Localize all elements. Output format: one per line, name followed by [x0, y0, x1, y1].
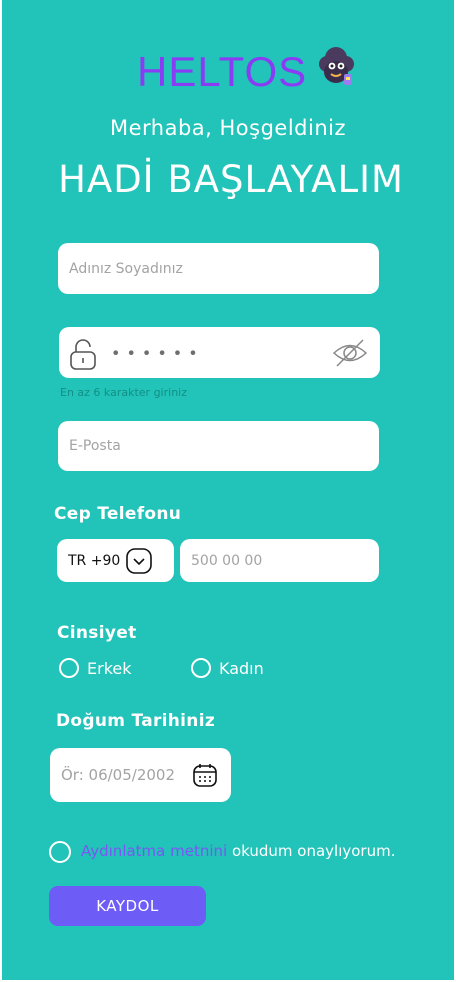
- email-placeholder: E-Posta: [69, 438, 121, 454]
- password-value: ••••••: [111, 343, 204, 362]
- birthdate-label: Doğum Tarihiniz: [56, 711, 216, 731]
- consent-rest: okudum onaylıyorum.: [227, 842, 396, 860]
- phone-label: Cep Telefonu: [54, 504, 182, 524]
- consent-text: Aydınlatma metnini okudum onaylıyorum.: [81, 842, 395, 860]
- gender-option-kadin: Kadın: [219, 659, 264, 678]
- chevron-down-icon: [126, 548, 152, 574]
- name-input[interactable]: Adınız Soyadınız: [58, 243, 379, 294]
- signup-screen: [2, 0, 454, 980]
- birthdate-placeholder: Ör: 06/05/2002: [61, 766, 175, 784]
- eye-off-icon[interactable]: [332, 338, 368, 368]
- sheep-mascot-icon: [319, 47, 354, 85]
- calendar-icon[interactable]: [192, 762, 218, 788]
- gender-option-erkek: Erkek: [87, 659, 132, 678]
- page-title: HADİ BAŞLAYALIM: [58, 158, 404, 201]
- register-button[interactable]: KAYDOL: [49, 886, 206, 926]
- gender-radio-erkek[interactable]: [59, 658, 79, 678]
- email-input[interactable]: E-Posta: [58, 421, 379, 471]
- phone-input[interactable]: 500 00 00: [180, 539, 379, 582]
- gender-radio-kadin[interactable]: [191, 658, 211, 678]
- name-placeholder: Adınız Soyadınız: [69, 260, 183, 277]
- country-code-value: TR +90: [68, 552, 121, 569]
- country-code-select[interactable]: TR +90: [57, 539, 174, 582]
- password-hint: En az 6 karakter giriniz: [60, 386, 187, 399]
- lock-icon: [70, 339, 96, 370]
- password-input[interactable]: ••••••: [59, 327, 380, 378]
- consent-checkbox[interactable]: [49, 841, 71, 863]
- birthdate-input[interactable]: Ör: 06/05/2002: [50, 748, 231, 802]
- brand-logo-text: HELTOS: [137, 48, 308, 95]
- phone-placeholder: 500 00 00: [191, 552, 263, 569]
- consent-link[interactable]: Aydınlatma metnini: [81, 842, 227, 860]
- gender-label: Cinsiyet: [57, 623, 137, 643]
- welcome-text: Merhaba, Hoşgeldiniz: [109, 116, 347, 140]
